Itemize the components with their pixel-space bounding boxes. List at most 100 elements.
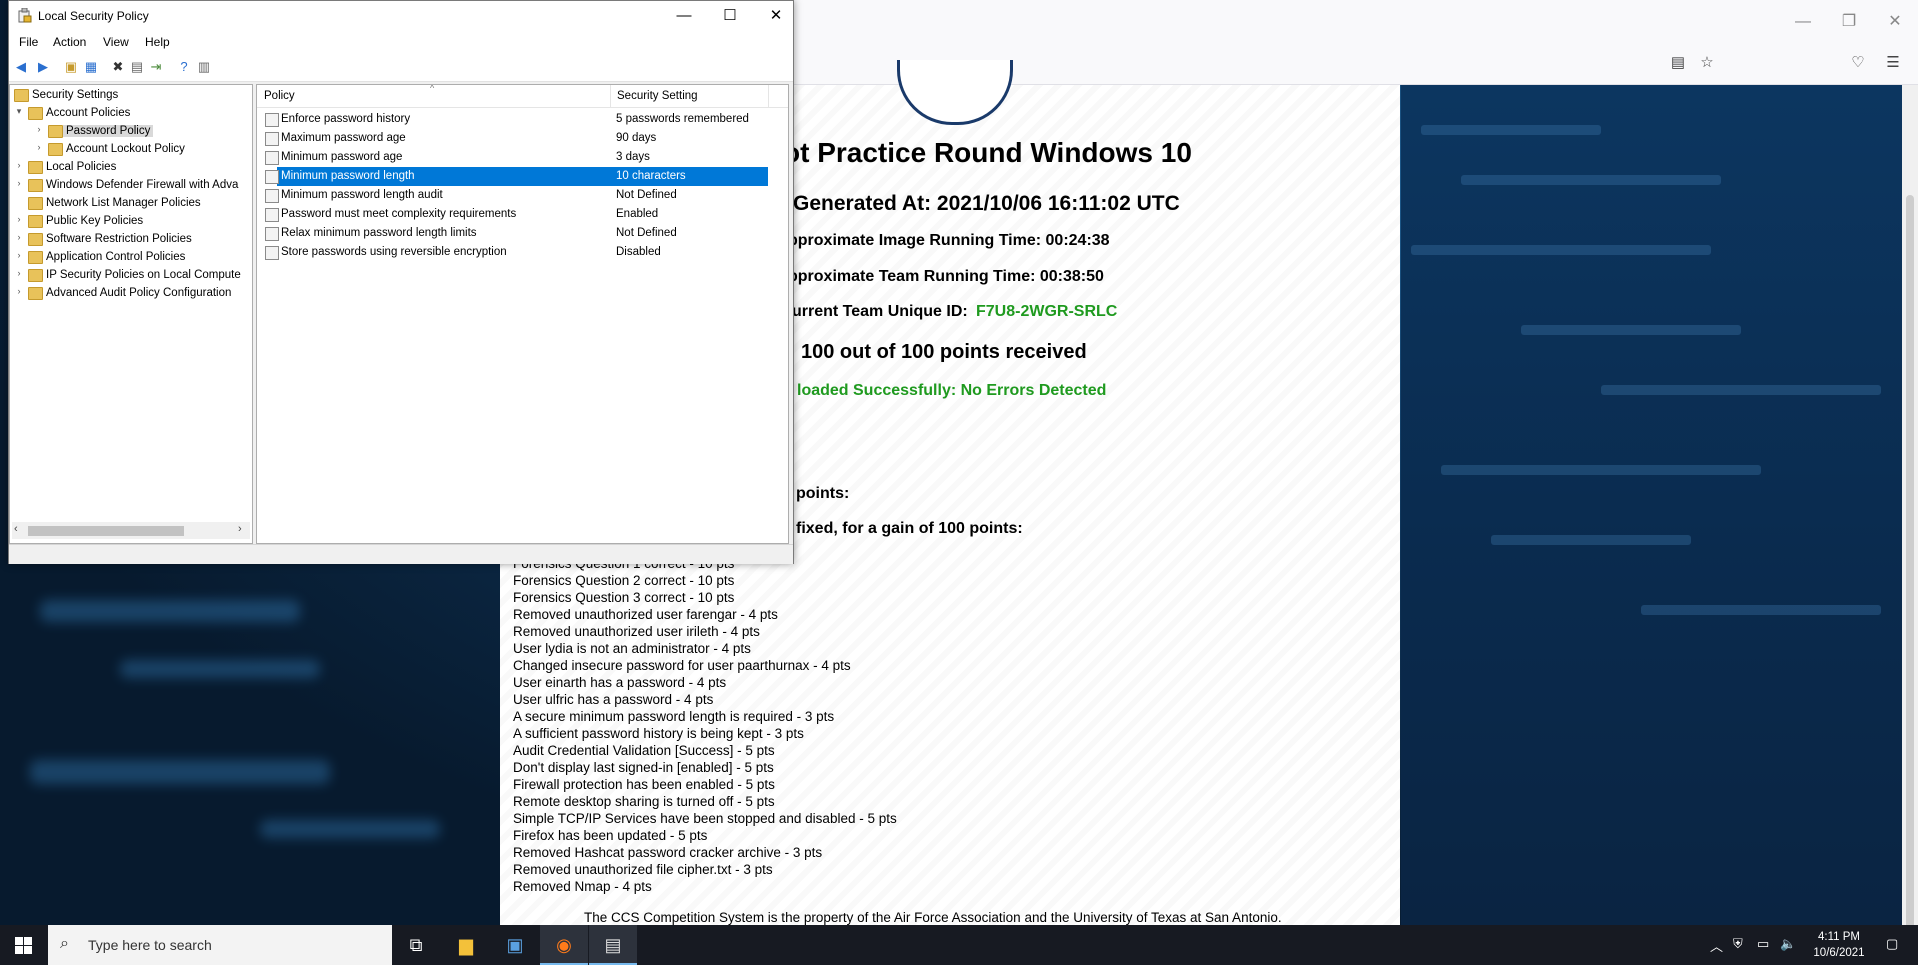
properties-icon[interactable]: ▤ (128, 58, 146, 76)
policy-row[interactable]: Relax minimum password length limits Not … (257, 224, 788, 243)
tree-item[interactable]: Security Settings (10, 87, 250, 105)
lsp-maximize-button[interactable]: ☐ (707, 1, 753, 31)
network-icon[interactable]: ▭ (1757, 936, 1769, 952)
forward-arrow-icon[interactable]: ▶ (34, 58, 52, 76)
policy-setting-value: 5 passwords remembered (616, 113, 749, 125)
tree-item[interactable]: › Windows Defender Firewall with Adva (10, 177, 250, 195)
taskbar-search[interactable]: ⌕ Type here to search (48, 925, 392, 965)
notification-icon[interactable]: ▢ (1886, 936, 1898, 952)
collapsed-chevron-icon[interactable]: › (14, 178, 24, 188)
policy-row[interactable]: Password must meet complexity requiremen… (257, 205, 788, 224)
expanded-chevron-icon[interactable]: ▾ (14, 106, 24, 117)
help-icon[interactable]: ? (175, 58, 193, 76)
column-header-policy[interactable]: Policy (264, 90, 295, 102)
tree-horizontal-scrollbar[interactable]: ‹ › (12, 522, 250, 539)
defender-icon[interactable]: ⛨ (1733, 936, 1743, 952)
collapsed-chevron-icon[interactable]: › (14, 268, 24, 278)
menu-action[interactable]: Action (53, 35, 86, 49)
delete-icon[interactable]: ✖ (109, 58, 127, 76)
tree-item-label: Advanced Audit Policy Configuration (46, 287, 232, 299)
sort-chevron-icon: ^ (430, 84, 435, 93)
menu-help[interactable]: Help (145, 35, 170, 49)
team-running-time: pproximate Team Running Time: 00:38:50 (788, 268, 1104, 285)
column-header-setting[interactable]: Security Setting (617, 90, 698, 102)
scroll-right-icon[interactable]: › (238, 523, 242, 535)
tree-item[interactable]: › Account Lockout Policy (10, 141, 250, 159)
menu-icon[interactable]: ☰ (1883, 53, 1903, 73)
folder-icon (48, 143, 63, 156)
policy-row[interactable]: Minimum password length audit Not Defined (257, 186, 788, 205)
collapsed-chevron-icon[interactable]: › (14, 160, 24, 170)
folder-icon (28, 197, 43, 210)
reader-view-icon[interactable]: ▤ (1668, 53, 1688, 73)
collapsed-chevron-icon[interactable]: › (14, 232, 24, 242)
tree-item-label: Security Settings (32, 89, 119, 101)
restore-icon[interactable]: ❐ (1837, 10, 1861, 34)
policy-setting-value: Not Defined (616, 189, 677, 201)
collapsed-chevron-icon[interactable]: › (14, 250, 24, 260)
folder-icon (28, 269, 43, 282)
page-scrollbar[interactable] (1902, 85, 1918, 935)
up-folder-icon[interactable]: ▣ (62, 58, 80, 76)
close-icon[interactable]: ✕ (1883, 10, 1907, 34)
lsp-minimize-button[interactable]: — (661, 1, 707, 31)
scroll-left-icon[interactable]: ‹ (14, 523, 18, 535)
firefox-icon[interactable]: ◉ (540, 925, 588, 965)
tree-item[interactable]: › Software Restriction Policies (10, 231, 250, 249)
control-panel-icon[interactable]: ▣ (491, 925, 539, 965)
search-icon: ⌕ (60, 935, 69, 952)
lsp-close-button[interactable]: ✕ (753, 1, 799, 31)
policy-name: Password must meet complexity requiremen… (281, 208, 517, 220)
collapsed-chevron-icon[interactable]: › (34, 124, 44, 134)
tree-item[interactable]: › IP Security Policies on Local Compute (10, 267, 250, 285)
clock-time[interactable]: 4:11 PM (1799, 931, 1879, 943)
vulnerability-item: Firewall protection has been enabled - 5… (513, 777, 775, 792)
tree-item-label: IP Security Policies on Local Compute (46, 269, 241, 281)
scrollbar-thumb[interactable] (1906, 195, 1914, 935)
vulnerability-item: Firefox has been updated - 5 pts (513, 828, 708, 843)
menu-file[interactable]: File (19, 35, 38, 49)
collapsed-chevron-icon[interactable]: › (14, 214, 24, 224)
vulnerability-item: Forensics Question 2 correct - 10 pts (513, 573, 735, 588)
tree-item[interactable]: › Local Policies (10, 159, 250, 177)
start-button[interactable] (0, 925, 48, 965)
tree-item[interactable]: ▾ Account Policies (10, 105, 250, 123)
back-arrow-icon[interactable]: ◀ (12, 58, 30, 76)
policy-row[interactable]: Store passwords using reversible encrypt… (257, 243, 788, 262)
policy-row[interactable]: Minimum password age 3 days (257, 148, 788, 167)
tree-item[interactable]: › Application Control Policies (10, 249, 250, 267)
tree-item[interactable]: › Advanced Audit Policy Configuration (10, 285, 250, 303)
local-security-policy-taskbar-icon[interactable]: ▤ (589, 925, 637, 965)
policy-row[interactable]: Maximum password age 90 days (257, 129, 788, 148)
menu-view[interactable]: View (103, 35, 129, 49)
bookmark-star-icon[interactable]: ☆ (1697, 53, 1717, 73)
policy-setting-value: 90 days (616, 132, 657, 144)
report-footer: The CCS Competition System is the proper… (584, 910, 1282, 925)
lsp-titlebar: Local Security Policy — ☐ ✕ (9, 1, 793, 31)
policy-row[interactable]: Minimum password length 10 characters (257, 167, 788, 186)
folder-icon (48, 125, 63, 138)
tree-item[interactable]: › Public Key Policies (10, 213, 250, 231)
task-view-icon[interactable]: ⧉ (392, 925, 440, 965)
policy-row[interactable]: Enforce password history 5 passwords reme… (257, 110, 788, 129)
collapsed-chevron-icon[interactable]: › (14, 286, 24, 296)
export-list-icon[interactable]: ⇥ (147, 58, 165, 76)
minimize-icon[interactable]: — (1791, 10, 1815, 34)
file-explorer-icon[interactable]: ▆ (442, 925, 490, 965)
vulnerability-item: Removed unauthorized user farengar - 4 p… (513, 607, 778, 622)
show-tree-icon[interactable]: ▦ (82, 58, 100, 76)
show-action-pane-icon[interactable]: ▥ (195, 58, 213, 76)
tree-item[interactable]: › Password Policy (10, 123, 250, 141)
lsp-menubar: File Action View Help (9, 31, 793, 53)
tree-item[interactable]: Network List Manager Policies (10, 195, 250, 213)
pocket-icon[interactable]: ♡ (1848, 53, 1868, 73)
upload-status: loaded Successfully: No Errors Detected (797, 382, 1107, 399)
tree-scroll-thumb[interactable] (28, 526, 184, 536)
column-separator[interactable] (610, 85, 611, 107)
clock-date[interactable]: 10/6/2021 (1799, 947, 1879, 959)
volume-icon[interactable]: 🔈 (1780, 936, 1796, 952)
page-background-image (1401, 85, 1918, 925)
collapsed-chevron-icon[interactable]: › (34, 142, 44, 152)
column-separator[interactable] (768, 85, 769, 107)
tray-chevron-icon[interactable]: ︿ (1710, 936, 1723, 955)
